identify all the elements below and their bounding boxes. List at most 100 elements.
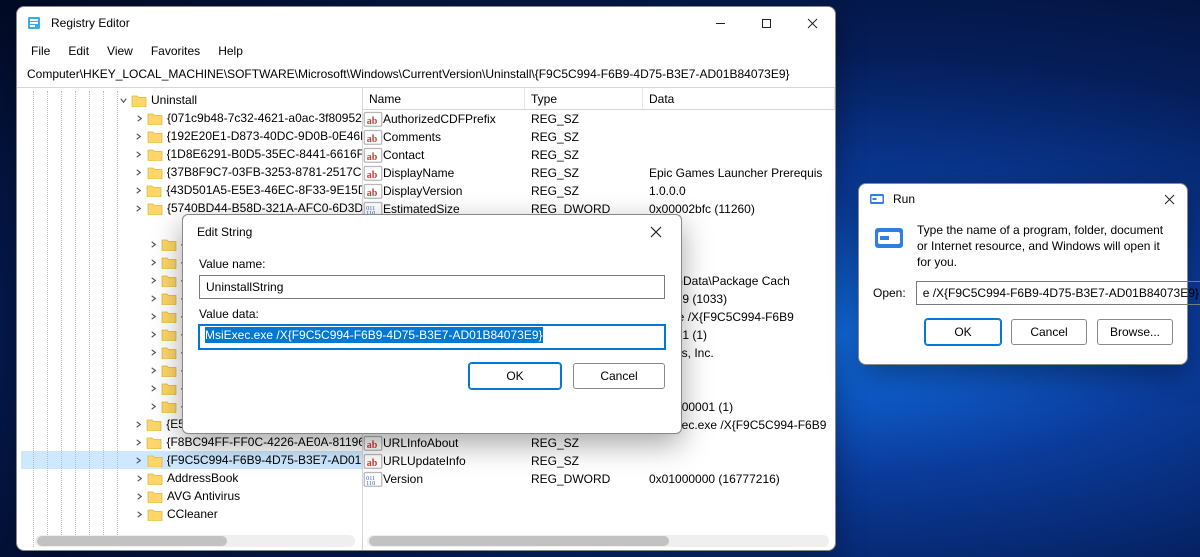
maximize-button[interactable] [743, 7, 789, 39]
list-row[interactable]: ContactREG_SZ [363, 146, 835, 164]
value-name: AuthorizedCDFPrefix [383, 112, 525, 126]
tree-label: {5740BD44-B58D-321A-AFC0-6D3D [167, 201, 362, 215]
regedit-address-bar[interactable]: Computer\HKEY_LOCAL_MACHINE\SOFTWARE\Mic… [17, 63, 835, 88]
menu-view[interactable]: View [99, 41, 141, 61]
value-icon [363, 128, 383, 146]
folder-icon [131, 93, 147, 107]
run-icon [869, 191, 885, 207]
list-row[interactable]: AuthorizedCDFPrefixREG_SZ [363, 110, 835, 128]
browse-button[interactable]: Browse... [1097, 319, 1173, 345]
chevron-right-icon[interactable] [133, 150, 145, 159]
menu-favorites[interactable]: Favorites [143, 41, 208, 61]
run-dialog: Run Type the name of a program, folder, … [858, 183, 1188, 365]
cancel-button[interactable]: Cancel [1011, 319, 1087, 345]
value-icon [363, 470, 383, 488]
list-row[interactable]: VersionREG_DWORD0x01000000 (16777216) [363, 470, 835, 488]
value-icon [363, 110, 383, 128]
tree-scrollbar-h[interactable] [35, 535, 355, 547]
chevron-right-icon[interactable] [133, 456, 145, 465]
chevron-right-icon[interactable] [133, 204, 145, 213]
folder-icon [161, 363, 177, 377]
value-name-input[interactable] [199, 275, 665, 299]
folder-icon [146, 435, 162, 449]
run-title: Run [893, 192, 915, 206]
value-type: REG_DWORD [525, 472, 643, 486]
run-desc: Type the name of a program, folder, docu… [917, 222, 1173, 271]
chevron-right-icon[interactable] [147, 258, 159, 267]
tree-node[interactable]: {1D8E6291-B0D5-35EC-8441-6616F5 [21, 145, 362, 163]
tree-node-uninstall[interactable]: Uninstall [21, 91, 362, 109]
list-row[interactable]: DisplayNameREG_SZEpic Games Launcher Pre… [363, 164, 835, 182]
dialog-title: Edit String [197, 225, 252, 239]
folder-icon [161, 399, 177, 413]
value-type: REG_SZ [525, 112, 643, 126]
value-data-input[interactable] [199, 325, 665, 349]
folder-icon [161, 237, 177, 251]
tree-node[interactable]: AddressBook [21, 469, 362, 487]
chevron-down-icon[interactable] [117, 96, 129, 105]
col-name[interactable]: Name [363, 88, 525, 109]
edit-string-dialog: Edit String Value name: Value data: MsiE… [182, 214, 682, 434]
list-row[interactable]: URLInfoAboutREG_SZ [363, 434, 835, 452]
chevron-right-icon[interactable] [147, 312, 159, 321]
chevron-right-icon[interactable] [147, 330, 159, 339]
list-row[interactable]: DisplayVersionREG_SZ1.0.0.0 [363, 182, 835, 200]
chevron-right-icon[interactable] [147, 402, 159, 411]
col-type[interactable]: Type [525, 88, 643, 109]
chevron-right-icon[interactable] [147, 276, 159, 285]
tree-node[interactable]: AVG Antivirus [21, 487, 362, 505]
chevron-right-icon[interactable] [133, 510, 145, 519]
chevron-right-icon[interactable] [147, 294, 159, 303]
chevron-right-icon[interactable] [133, 168, 145, 177]
cancel-button[interactable]: Cancel [573, 363, 665, 389]
tree-node[interactable]: {192E20E1-D873-40DC-9D0B-0E46E [21, 127, 362, 145]
regedit-titlebar[interactable]: Registry Editor [17, 7, 835, 39]
folder-icon [147, 165, 163, 179]
col-data[interactable]: Data [643, 88, 835, 109]
run-app-icon [873, 222, 905, 254]
chevron-right-icon[interactable] [133, 114, 145, 123]
tree-node[interactable]: {43D501A5-E5E3-46EC-8F33-9E15D2 [21, 181, 362, 199]
menu-help[interactable]: Help [210, 41, 251, 61]
close-button[interactable] [789, 7, 835, 39]
value-icon [363, 164, 383, 182]
value-type: REG_SZ [525, 436, 643, 450]
regedit-title: Registry Editor [51, 16, 130, 30]
chevron-right-icon[interactable] [133, 420, 144, 429]
folder-icon [161, 291, 177, 305]
folder-icon [147, 111, 163, 125]
chevron-right-icon[interactable] [147, 348, 159, 357]
menu-file[interactable]: File [23, 41, 58, 61]
open-combobox[interactable]: e /X{F9C5C994-F6B9-4D75-B3E7-AD01B84073E… [916, 281, 1200, 305]
list-scrollbar-h[interactable] [367, 535, 829, 547]
close-button[interactable] [1151, 183, 1187, 215]
chevron-right-icon[interactable] [147, 384, 159, 393]
chevron-right-icon[interactable] [133, 492, 145, 501]
chevron-right-icon[interactable] [147, 366, 159, 375]
chevron-right-icon[interactable] [133, 474, 145, 483]
tree-label: {192E20E1-D873-40DC-9D0B-0E46E [167, 129, 362, 143]
value-name-label: Value name: [199, 257, 665, 271]
list-row[interactable]: URLUpdateInfoREG_SZ [363, 452, 835, 470]
tree-node[interactable]: {F8BC94FF-FF0C-4226-AE0A-811960 [21, 433, 362, 451]
ok-button[interactable]: OK [925, 319, 1001, 345]
chevron-right-icon[interactable] [133, 186, 144, 195]
minimize-button[interactable] [697, 7, 743, 39]
chevron-right-icon[interactable] [147, 240, 159, 249]
list-row[interactable]: CommentsREG_SZ [363, 128, 835, 146]
value-icon [363, 146, 383, 164]
close-icon[interactable] [641, 217, 671, 247]
tree-node[interactable]: {37B8F9C7-03FB-3253-8781-2517C9 [21, 163, 362, 181]
chevron-right-icon[interactable] [133, 438, 144, 447]
chevron-right-icon[interactable] [133, 132, 145, 141]
tree-node[interactable]: {F9C5C994-F6B9-4D75-B3E7-AD01B [21, 451, 362, 469]
menu-edit[interactable]: Edit [60, 41, 97, 61]
list-header[interactable]: Name Type Data [363, 88, 835, 110]
value-type: REG_SZ [525, 130, 643, 144]
value-name: URLInfoAbout [383, 436, 525, 450]
tree-label: {37B8F9C7-03FB-3253-8781-2517C9 [167, 165, 362, 179]
value-name: Comments [383, 130, 525, 144]
tree-node[interactable]: CCleaner [21, 505, 362, 523]
ok-button[interactable]: OK [469, 363, 561, 389]
tree-node[interactable]: {071c9b48-7c32-4621-a0ac-3f80952 [21, 109, 362, 127]
